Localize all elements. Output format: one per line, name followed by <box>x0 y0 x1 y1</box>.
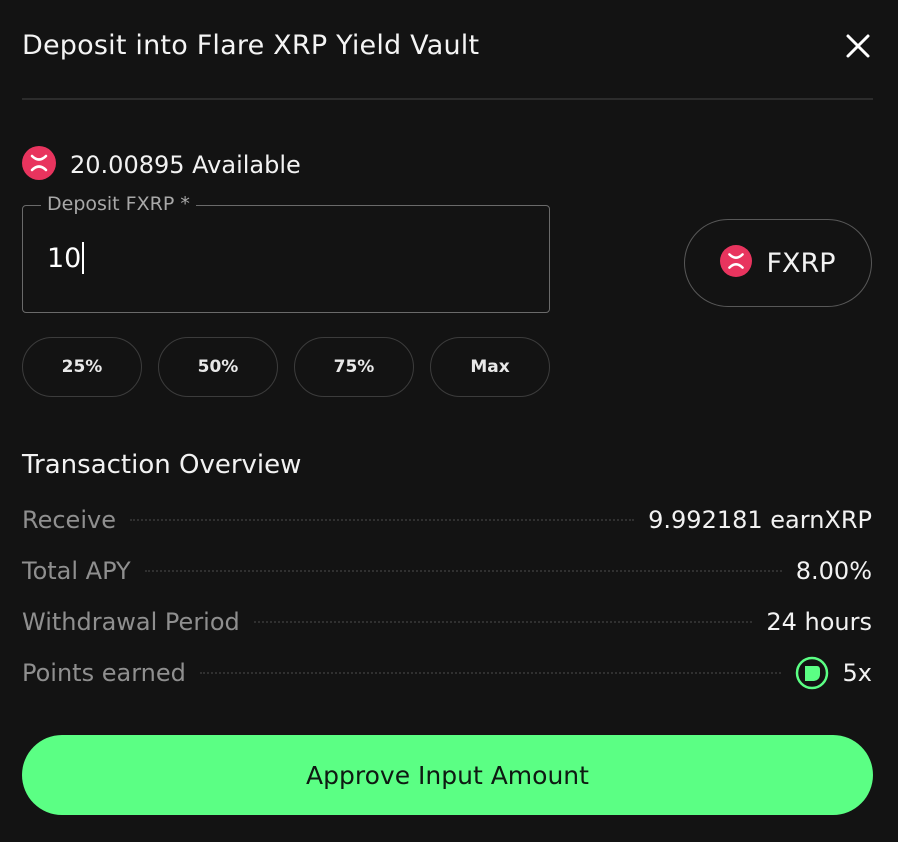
deposit-input[interactable]: 10 <box>47 242 85 274</box>
modal-title: Deposit into Flare XRP Yield Vault <box>22 30 480 61</box>
percent-buttons: 25% 50% 75% Max <box>22 337 550 397</box>
max-button[interactable]: Max <box>430 337 550 397</box>
deposit-input-value: 10 <box>47 242 82 274</box>
overview-label: Total APY <box>22 557 131 585</box>
approve-button[interactable]: Approve Input Amount <box>22 735 873 815</box>
header-divider <box>22 98 873 100</box>
fxrp-token-icon <box>22 146 56 184</box>
overview-label: Withdrawal Period <box>22 608 240 636</box>
points-icon <box>795 656 829 690</box>
overview-label: Receive <box>22 506 116 534</box>
available-balance-text: 20.00895 Available <box>70 151 301 179</box>
dotted-leader <box>199 672 781 674</box>
overview-row-apy: Total APY 8.00% <box>22 554 872 588</box>
overview-value: 9.992181 earnXRP <box>648 506 872 534</box>
overview-label: Points earned <box>22 659 186 687</box>
dotted-leader <box>144 570 782 572</box>
dotted-leader <box>129 519 635 521</box>
fxrp-token-icon <box>720 245 753 281</box>
percent-50-button[interactable]: 50% <box>158 337 278 397</box>
overview-row-points: Points earned 5x <box>22 656 872 690</box>
deposit-field[interactable]: Deposit FXRP * 10 <box>22 193 550 313</box>
overview-value: 24 hours <box>766 608 872 636</box>
transaction-overview-title: Transaction Overview <box>22 450 302 480</box>
dotted-leader <box>253 621 753 623</box>
points-multiplier: 5x <box>842 659 872 687</box>
close-icon <box>846 34 870 58</box>
overview-row-receive: Receive 9.992181 earnXRP <box>22 503 872 537</box>
overview-row-withdrawal-period: Withdrawal Period 24 hours <box>22 605 872 639</box>
close-button[interactable] <box>840 28 876 64</box>
percent-25-button[interactable]: 25% <box>22 337 142 397</box>
token-select-label: FXRP <box>766 247 836 279</box>
text-caret <box>82 242 85 274</box>
deposit-field-label: Deposit FXRP * <box>41 193 196 215</box>
overview-value-points: 5x <box>795 656 872 690</box>
overview-value: 8.00% <box>795 557 872 585</box>
available-balance: 20.00895 Available <box>22 146 301 184</box>
token-select-button[interactable]: FXRP <box>684 219 872 307</box>
percent-75-button[interactable]: 75% <box>294 337 414 397</box>
